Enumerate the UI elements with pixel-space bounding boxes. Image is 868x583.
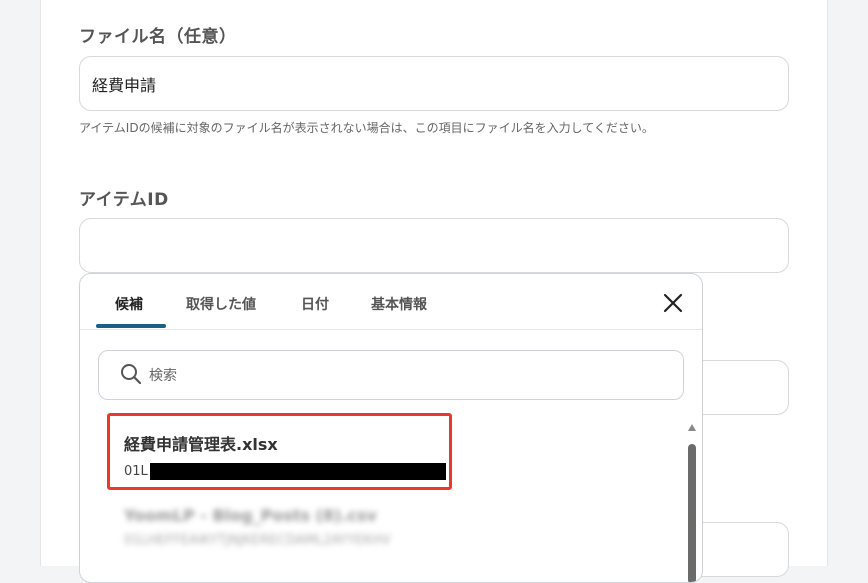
scroll-thumb[interactable]	[688, 444, 696, 582]
search-input[interactable]	[147, 351, 671, 401]
popup-tabs: 候補 取得した値 日付 基本情報	[80, 274, 702, 330]
search-box	[98, 350, 684, 401]
result-title: 経費申請管理表.xlsx	[124, 435, 278, 454]
tab-date[interactable]: 日付	[301, 294, 329, 314]
filename-input[interactable]: 経費申請	[79, 56, 789, 111]
scroll-up-arrow-icon[interactable]	[688, 424, 696, 431]
tab-candidates[interactable]: 候補	[115, 294, 143, 314]
filename-help-text: アイテムIDの候補に対象のファイル名が表示されない場合は、この項目にファイル名を…	[79, 121, 654, 135]
result-item[interactable]: 経費申請管理表.xlsx 01L	[124, 431, 446, 480]
itemid-label: アイテムID	[79, 190, 169, 210]
tab-basic-info[interactable]: 基本情報	[371, 294, 427, 314]
redaction-bar	[149, 463, 446, 480]
close-icon[interactable]	[662, 292, 684, 314]
result-id-prefix: 01L	[124, 464, 148, 479]
result-title: YoomLP - Blog_Posts (8).csv	[124, 506, 377, 525]
suggestion-popup: 候補 取得した値 日付 基本情報 経費申請管理表.xlsx 01L YoomLP…	[79, 273, 703, 583]
result-id: 01LHEFFEAIKYTJNJKERECDAML2AYYEKHV	[124, 533, 391, 548]
result-item[interactable]: YoomLP - Blog_Posts (8).csv 01LHEFFEAIKY…	[124, 506, 391, 548]
itemid-input[interactable]	[79, 218, 789, 273]
result-id: 01L	[124, 463, 446, 480]
filename-label: ファイル名（任意）	[79, 27, 237, 47]
active-tab-indicator	[96, 324, 166, 328]
search-icon	[121, 364, 142, 385]
tab-fetched-values[interactable]: 取得した値	[186, 294, 256, 314]
scrollbar[interactable]	[688, 424, 696, 582]
